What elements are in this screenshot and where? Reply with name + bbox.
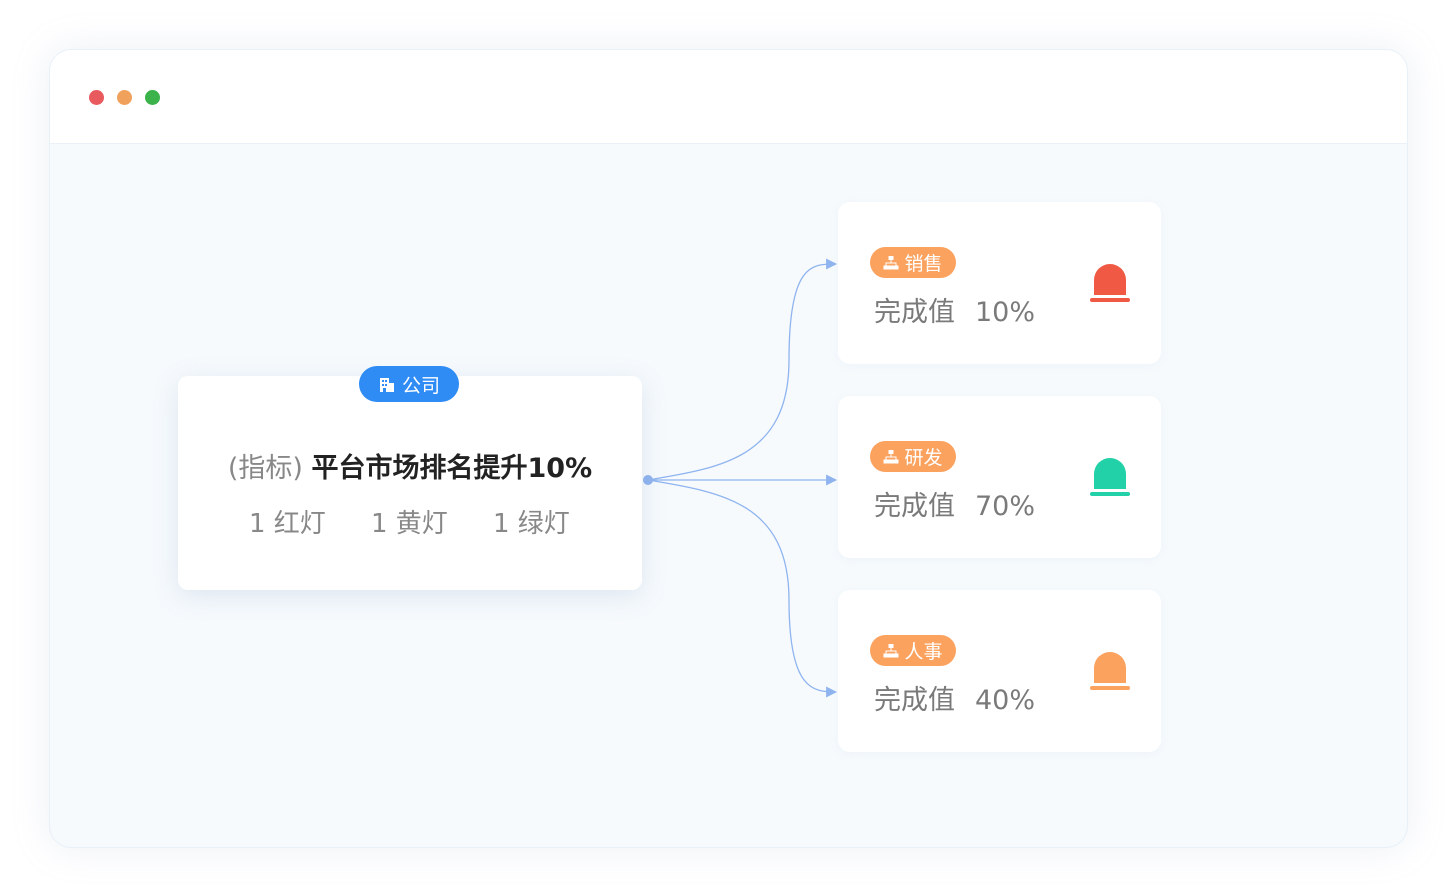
dept-tag-label: 人事	[904, 641, 943, 663]
red-light-count: 1 红灯	[249, 509, 326, 539]
completion-percent: 10%	[975, 297, 1036, 328]
dept-tag-sales: 销售	[870, 247, 956, 278]
dept-card-hr[interactable]: 人事 完成值 40%	[838, 590, 1161, 752]
dept-tag-label: 研发	[904, 447, 943, 469]
building-icon	[379, 378, 394, 392]
org-chart-icon	[883, 449, 899, 463]
completion-label: 完成值	[874, 297, 955, 328]
yellow-light-count: 1 黄灯	[371, 509, 448, 539]
connector-to-hr	[647, 479, 838, 698]
connector-origin-dot	[643, 475, 653, 485]
completion-value: 完成值 10%	[874, 290, 1035, 329]
completion-value: 完成值 70%	[874, 484, 1035, 523]
metric-title: (指标) 平台市场排名提升10%	[178, 446, 642, 485]
red-alarm-lamp-icon	[1090, 264, 1130, 302]
green-alarm-lamp-icon	[1090, 458, 1130, 496]
connector-to-sales	[647, 258, 838, 481]
dept-card-rnd[interactable]: 研发 完成值 70%	[838, 396, 1161, 558]
org-chart-icon	[883, 255, 899, 269]
dept-tag-label: 销售	[904, 253, 943, 275]
metric-prefix: (指标)	[227, 453, 303, 484]
company-tag-label: 公司	[401, 374, 440, 397]
completion-value: 完成值 40%	[874, 678, 1035, 717]
completion-percent: 70%	[975, 491, 1036, 522]
completion-label: 完成值	[874, 491, 955, 522]
org-chart-icon	[883, 643, 899, 657]
yellow-alarm-lamp-icon	[1090, 652, 1130, 690]
dept-card-sales[interactable]: 销售 完成值 10%	[838, 202, 1161, 364]
completion-percent: 40%	[975, 685, 1036, 716]
completion-label: 完成值	[874, 685, 955, 716]
metric-name: 平台市场排名提升10%	[311, 453, 593, 484]
dept-tag-hr: 人事	[870, 635, 956, 666]
company-tag: 公司	[359, 366, 459, 402]
dept-tag-rnd: 研发	[870, 441, 956, 472]
root-metric-card[interactable]: (指标) 平台市场排名提升10% 1 红灯 1 黄灯 1 绿灯	[178, 376, 642, 590]
green-light-count: 1 绿灯	[493, 509, 570, 539]
